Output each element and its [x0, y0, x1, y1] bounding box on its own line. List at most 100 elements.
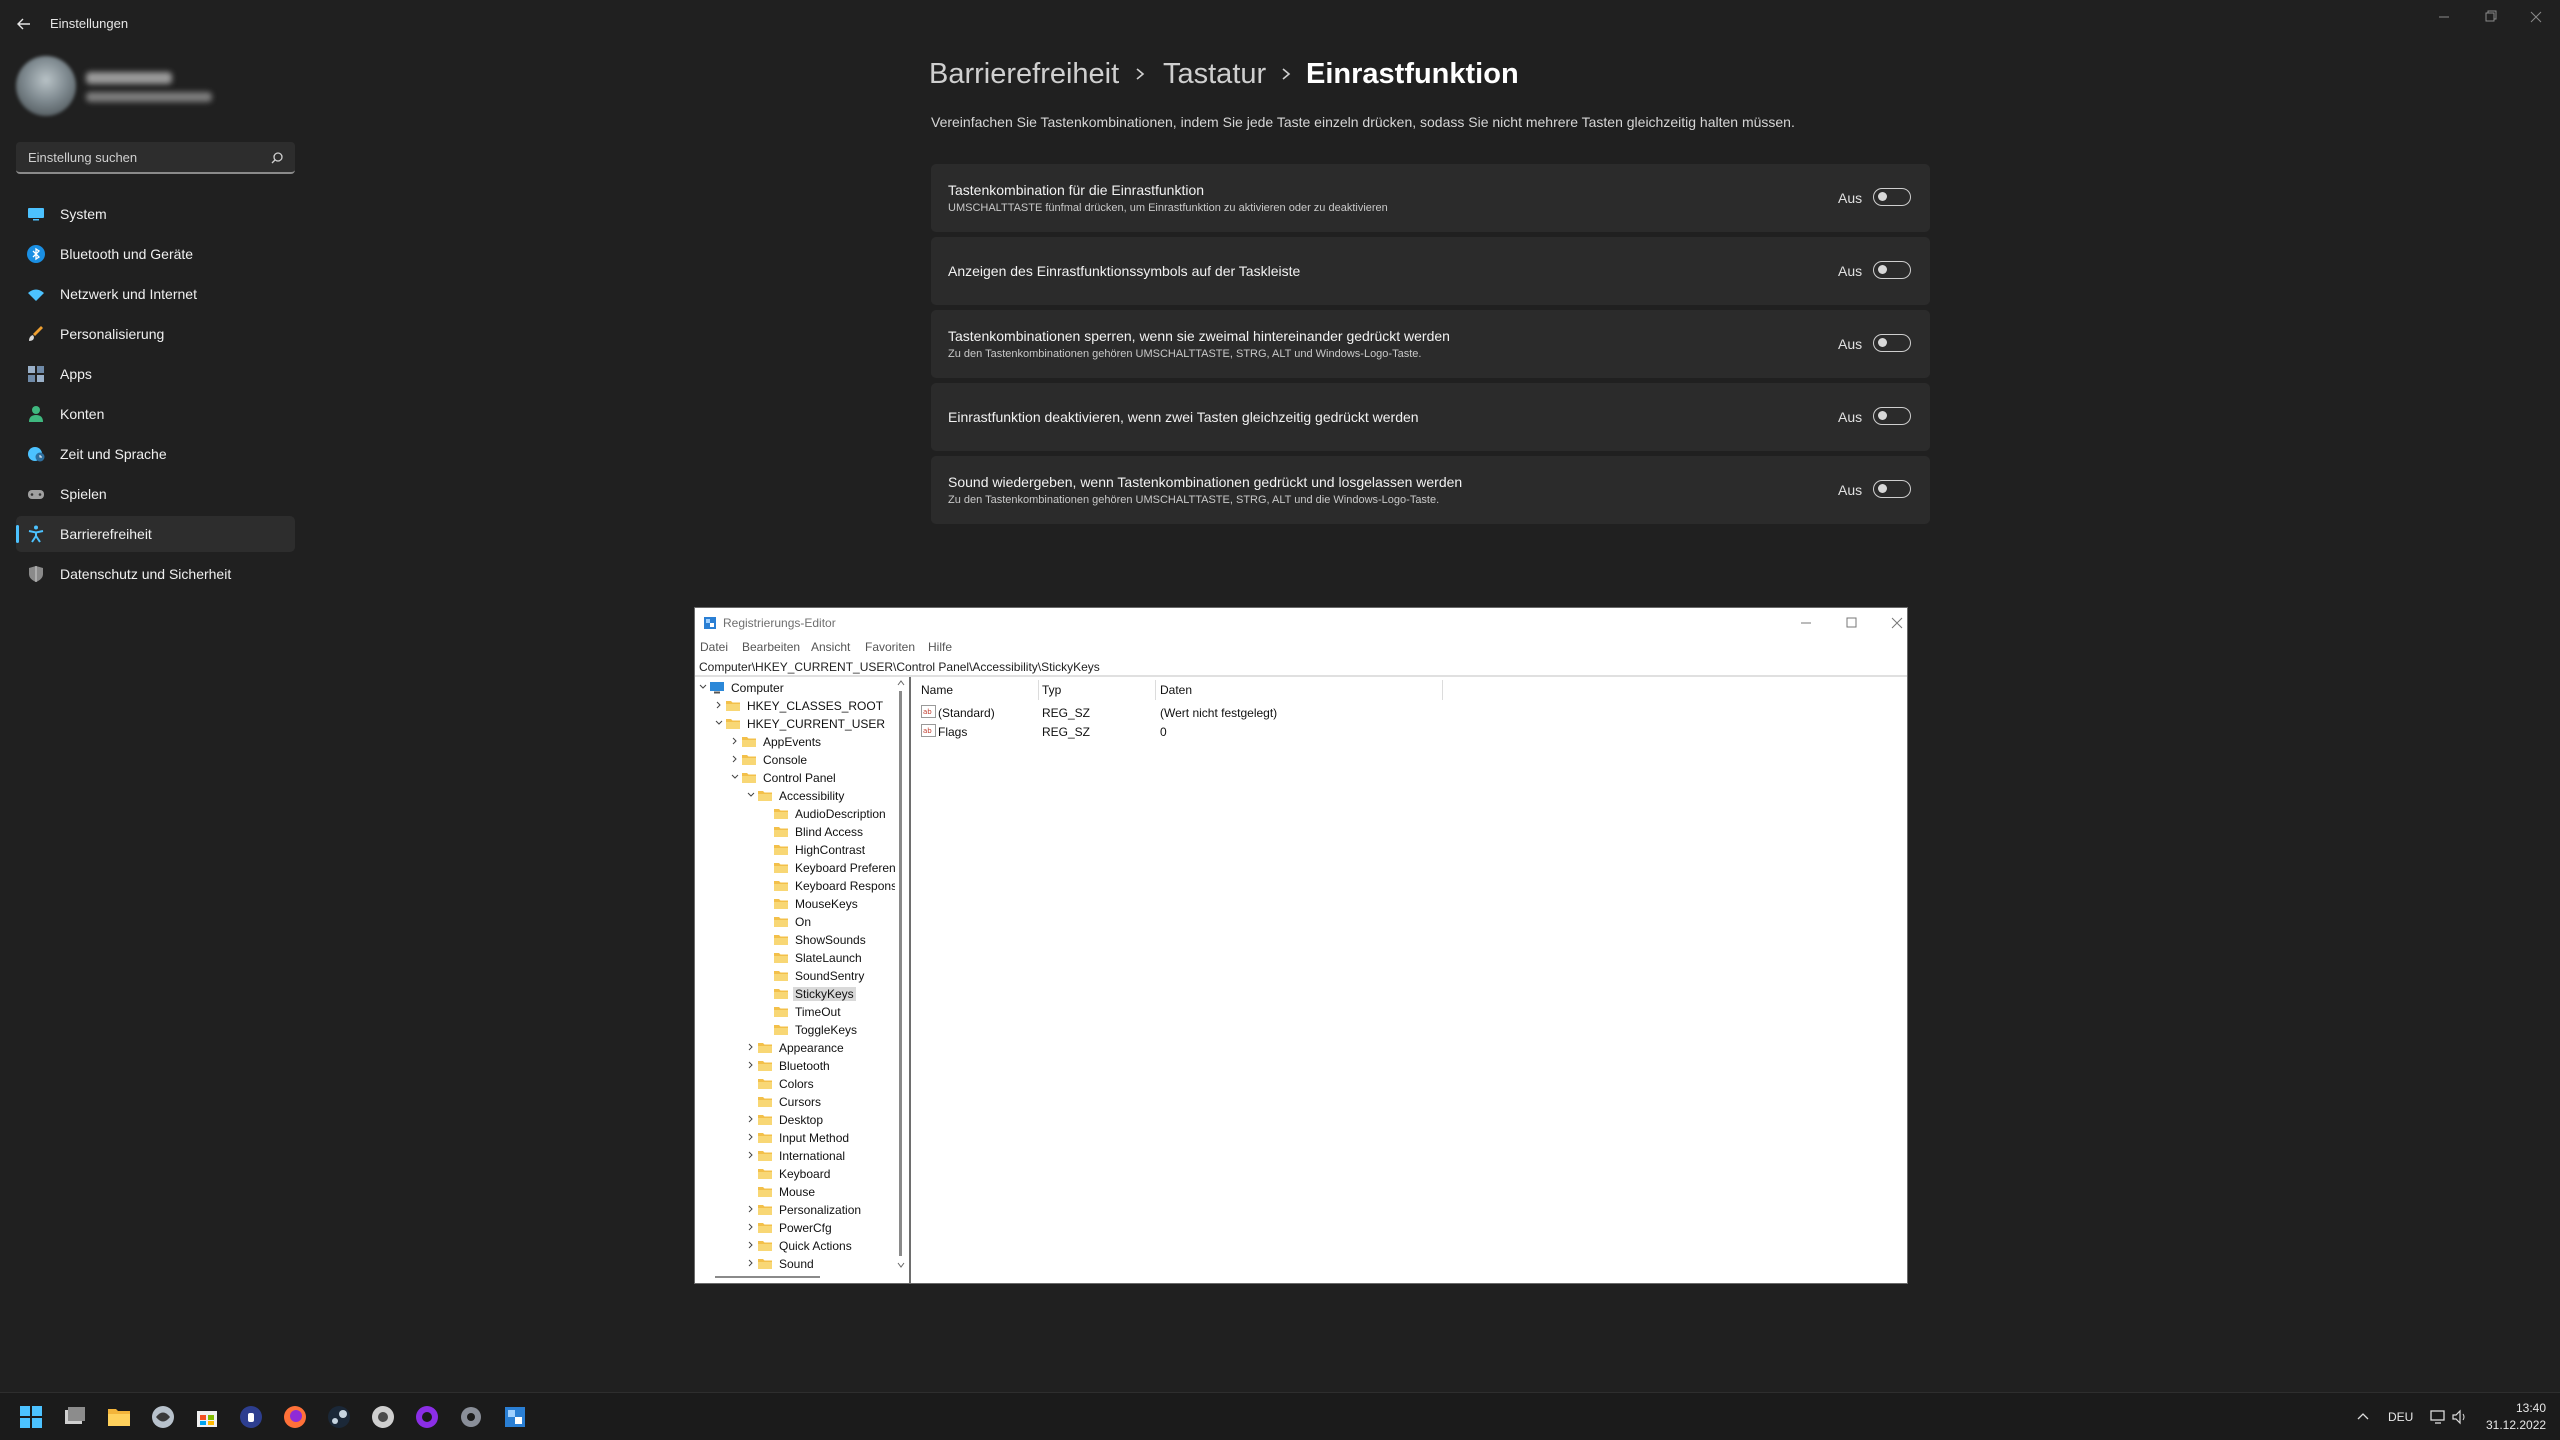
setting-title: Anzeigen des Einrastfunktionssymbols auf…: [948, 263, 1301, 279]
toggle-switch[interactable]: [1873, 261, 1911, 279]
chevron-right-icon[interactable]: [730, 753, 740, 765]
chevron-right-icon[interactable]: [746, 1203, 756, 1215]
back-arrow-icon[interactable]: [14, 14, 34, 34]
folder-icon: [758, 1151, 772, 1161]
tree-vertical-scrollbar[interactable]: [895, 677, 907, 1271]
store-icon[interactable]: [194, 1404, 220, 1430]
chevron-right-icon[interactable]: [746, 1257, 756, 1269]
search-input[interactable]: Einstellung suchen: [28, 150, 137, 165]
menu-bearbeiten[interactable]: Bearbeiten: [742, 640, 800, 654]
tree-item-label: HighContrast: [795, 843, 866, 857]
string-value-icon: ab: [921, 724, 936, 737]
sidebar-item-personalisierung[interactable]: Personalisierung: [16, 316, 295, 352]
task-view-icon[interactable]: [62, 1404, 88, 1430]
folder-icon: [758, 1187, 772, 1197]
file-explorer-icon[interactable]: [106, 1404, 132, 1430]
sidebar-item-netzwerk-und-internet[interactable]: Netzwerk und Internet: [16, 276, 295, 312]
value-type: REG_SZ: [1042, 706, 1091, 720]
clock-time[interactable]: 13:40: [2512, 1401, 2546, 1415]
chevron-up-icon[interactable]: [2354, 1408, 2372, 1426]
chevron-right-icon[interactable]: [746, 1113, 756, 1125]
breadcrumb-barrierefreiheit[interactable]: Barrierefreiheit: [929, 58, 1119, 91]
value-name[interactable]: Flags: [938, 725, 967, 739]
chevron-down-icon[interactable]: [714, 717, 724, 729]
search-box[interactable]: Einstellung suchen: [16, 142, 295, 174]
folder-icon: [774, 827, 788, 837]
clock-date[interactable]: 31.12.2022: [2486, 1418, 2546, 1432]
toggle-switch[interactable]: [1873, 334, 1911, 352]
input-language[interactable]: DEU: [2388, 1410, 2413, 1424]
column-divider[interactable]: [1442, 680, 1443, 700]
column-divider[interactable]: [1038, 680, 1039, 700]
column-header-name[interactable]: Name: [921, 683, 953, 697]
toggle-switch[interactable]: [1873, 188, 1911, 206]
sidebar-item-spielen[interactable]: Spielen: [16, 476, 295, 512]
menu-favoriten[interactable]: Favoriten: [865, 640, 915, 654]
toggle-switch[interactable]: [1873, 480, 1911, 498]
sidebar-item-barrierefreiheit[interactable]: Barrierefreiheit: [16, 516, 295, 552]
firefox-icon[interactable]: [282, 1404, 308, 1430]
chevron-right-icon[interactable]: [746, 1059, 756, 1071]
chevron-down-icon[interactable]: [698, 681, 708, 693]
setting-description: Zu den Tastenkombinationen gehören UMSCH…: [948, 348, 1422, 360]
menu-datei[interactable]: Datei: [700, 640, 728, 654]
address-bar[interactable]: Computer\HKEY_CURRENT_USER\Control Panel…: [699, 660, 1100, 674]
regedit-minimize-icon[interactable]: [1791, 614, 1821, 632]
tree-item-label: Quick Actions: [779, 1239, 852, 1253]
tree-horizontal-scrollbar[interactable]: [695, 1271, 907, 1283]
close-icon[interactable]: [2516, 6, 2556, 28]
chevron-down-icon[interactable]: [746, 789, 756, 801]
toggle-switch[interactable]: [1873, 407, 1911, 425]
media-icon[interactable]: [414, 1404, 440, 1430]
restore-icon[interactable]: [2470, 6, 2510, 28]
regedit-icon[interactable]: [502, 1404, 528, 1430]
chevron-right-icon[interactable]: [730, 735, 740, 747]
shield-icon: [29, 566, 43, 582]
regedit-maximize-icon[interactable]: [1836, 614, 1866, 632]
settings-icon[interactable]: [458, 1404, 484, 1430]
minimize-icon[interactable]: [2424, 6, 2464, 28]
value-name[interactable]: (Standard): [938, 706, 995, 720]
sidebar-item-system[interactable]: System: [16, 196, 295, 232]
menu-ansicht[interactable]: Ansicht: [811, 640, 850, 654]
column-divider[interactable]: [1155, 680, 1156, 700]
sidebar-item-datenschutz-und-sicherheit[interactable]: Datenschutz und Sicherheit: [16, 556, 295, 592]
pane-splitter[interactable]: [909, 677, 911, 1283]
network-icon[interactable]: [2428, 1407, 2448, 1427]
tree-item-label: Keyboard Respons: [795, 879, 895, 893]
sidebar-item-bluetooth-und-geräte[interactable]: Bluetooth und Geräte: [16, 236, 295, 272]
chevron-down-icon[interactable]: [730, 771, 740, 783]
breadcrumb-tastatur[interactable]: Tastatur: [1163, 58, 1266, 91]
tree-item-label: Computer: [731, 681, 784, 695]
browser-icon[interactable]: [150, 1404, 176, 1430]
toggle-state-label: Aus: [1838, 263, 1863, 279]
menu-hilfe[interactable]: Hilfe: [928, 640, 952, 654]
chevron-right-icon[interactable]: [746, 1041, 756, 1053]
chevron-right-icon[interactable]: [746, 1239, 756, 1251]
chevron-right-icon[interactable]: [746, 1131, 756, 1143]
folder-icon: [774, 989, 788, 999]
chrome-icon[interactable]: [370, 1404, 396, 1430]
folder-icon: [742, 737, 756, 747]
column-header-typ[interactable]: Typ: [1042, 683, 1061, 697]
steam-icon[interactable]: [326, 1404, 352, 1430]
tree-item-label: TimeOut: [795, 1005, 841, 1019]
windows-start-icon[interactable]: [18, 1404, 44, 1430]
chevron-right-icon[interactable]: [746, 1149, 756, 1161]
chevron-right-icon[interactable]: [746, 1221, 756, 1233]
tree-item-label: AudioDescription: [795, 807, 886, 821]
search-icon[interactable]: [269, 150, 285, 166]
avatar[interactable]: [16, 56, 76, 116]
sidebar-item-konten[interactable]: Konten: [16, 396, 295, 432]
folder-icon: [758, 1241, 772, 1251]
chevron-right-icon[interactable]: [714, 699, 724, 711]
regedit-close-icon[interactable]: [1882, 614, 1912, 632]
column-header-daten[interactable]: Daten: [1160, 683, 1192, 697]
volume-icon[interactable]: [2450, 1407, 2470, 1427]
sidebar-item-apps[interactable]: Apps: [16, 356, 295, 392]
password-manager-icon[interactable]: [238, 1404, 264, 1430]
folder-icon: [758, 1043, 772, 1053]
sidebar-item-zeit-und-sprache[interactable]: Zeit und Sprache: [16, 436, 295, 472]
toggle-knob: [1878, 484, 1887, 493]
folder-icon: [726, 701, 740, 711]
